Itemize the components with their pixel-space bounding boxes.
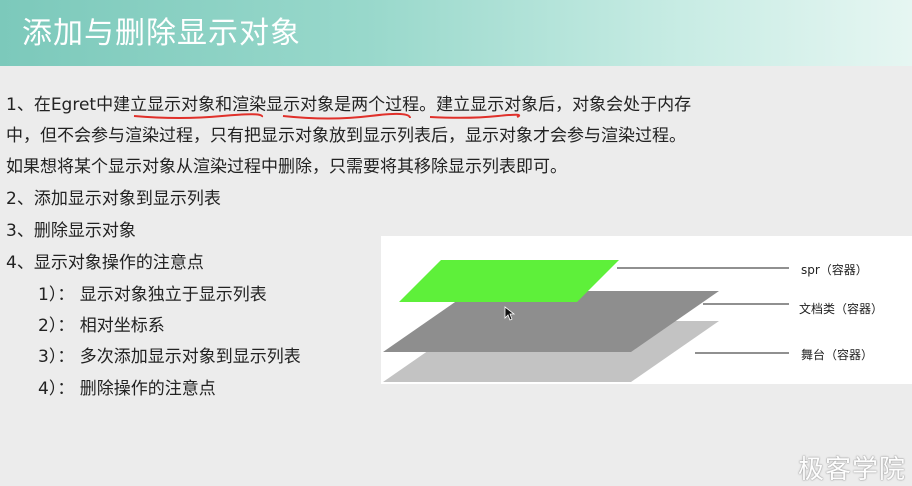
sub-item-3: 3）： 多次添加显示对象到显示列表 xyxy=(38,347,301,367)
red-underline-marks xyxy=(133,112,521,120)
list-item-4: 4、显示对象操作的注意点 xyxy=(6,253,204,273)
sub-item-2: 2）： 相对坐标系 xyxy=(38,316,165,336)
list-item-2: 2、添加显示对象到显示列表 xyxy=(6,189,221,209)
layer-diagram: spr（容器） 文档类（容器） 舞台（容器） xyxy=(381,236,912,384)
label-spr: spr（容器） xyxy=(801,263,868,277)
label-stage: 舞台（容器） xyxy=(801,348,874,362)
watermark-logo: 极客学院 xyxy=(797,455,906,485)
underline-mark-3 xyxy=(429,113,521,119)
mouse-cursor-icon xyxy=(504,306,516,321)
label-document-class: 文档类（容器） xyxy=(799,302,884,316)
sub-item-4: 4）： 删除操作的注意点 xyxy=(38,379,216,399)
paragraph-1-line-3: 如果想将某个显示对象从渲染过程中删除，只需要将其移除显示列表即可。 xyxy=(6,157,567,177)
sub-item-1: 1）： 显示对象独立于显示列表 xyxy=(38,285,267,305)
list-item-3: 3、删除显示对象 xyxy=(6,221,136,241)
underline-mark-2 xyxy=(282,112,411,120)
paragraph-1-line-2: 中，但不会参与渲染过程，只有把显示对象放到显示列表后，显示对象才会参与渲染过程。 xyxy=(6,126,686,146)
underline-mark-1 xyxy=(133,113,263,119)
